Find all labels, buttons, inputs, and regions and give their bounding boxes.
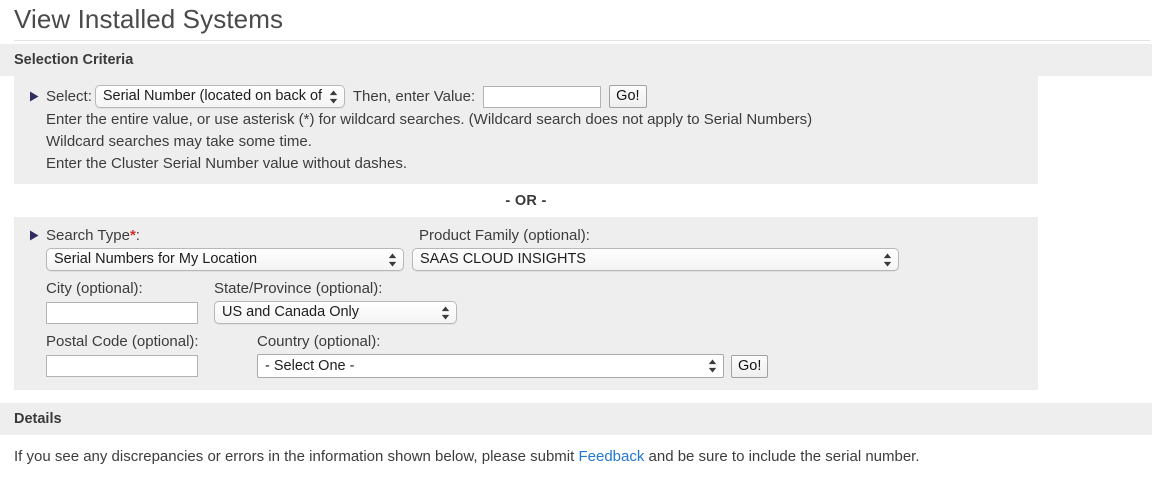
details-text-before-link: If you see any discrepancies or errors i…: [14, 448, 578, 465]
help-line-2-row: Wildcard searches may take some time.: [14, 131, 1038, 152]
product-family-select[interactable]: SAAS CLOUD INSIGHTS: [412, 248, 899, 271]
state-select[interactable]: US and Canada Only: [214, 301, 457, 324]
search-type-label: Search Type*:: [46, 225, 419, 246]
serial-value-input[interactable]: [483, 86, 601, 108]
help-line-1: Enter the entire value, or use asterisk …: [46, 109, 812, 130]
country-select[interactable]: - Select One -: [257, 354, 724, 378]
or-separator: - OR -: [14, 184, 1038, 217]
city-state-label-row: City (optional): State/Province (optiona…: [14, 278, 1038, 299]
search-type-label-row: Search Type*: Product Family (optional):: [14, 225, 1038, 246]
postal-code-input[interactable]: [46, 355, 198, 377]
feedback-link[interactable]: Feedback: [578, 448, 644, 465]
search-field-select-wrapper[interactable]: Serial Number (located on back of unit): [95, 85, 345, 108]
details-body: If you see any discrepancies or errors i…: [0, 435, 1152, 467]
section-header-selection-criteria: Selection Criteria: [0, 44, 1152, 76]
city-label: City (optional):: [46, 278, 214, 299]
postal-code-label: Postal Code (optional):: [46, 331, 257, 352]
serial-number-search-row: Select: Serial Number (located on back o…: [14, 85, 1038, 108]
triangle-right-icon: [30, 230, 39, 241]
help-line-1-row: Enter the entire value, or use asterisk …: [14, 109, 1038, 130]
then-enter-value-label: Then, enter Value:: [353, 86, 475, 107]
view-installed-systems-page: View Installed Systems Selection Criteri…: [0, 0, 1152, 502]
country-select-wrapper[interactable]: - Select One -: [257, 354, 724, 378]
search-type-label-colon: :: [136, 227, 140, 244]
country-label: Country (optional):: [257, 331, 380, 352]
page-title: View Installed Systems: [0, 0, 1152, 40]
title-divider: [14, 40, 1150, 41]
city-input[interactable]: [46, 302, 198, 324]
search-type-controls-row: Serial Numbers for My Location SAAS CLOU…: [14, 248, 1038, 271]
help-line-2: Wildcard searches may take some time.: [46, 131, 312, 152]
triangle-right-icon: [30, 91, 39, 102]
state-label: State/Province (optional):: [214, 278, 382, 299]
serial-go-button[interactable]: Go!: [609, 85, 646, 108]
postal-country-controls-row: - Select One - Go!: [14, 354, 1038, 378]
help-line-3: Enter the Cluster Serial Number value wi…: [46, 153, 407, 174]
city-state-controls-row: US and Canada Only: [14, 301, 1038, 324]
search-type-select[interactable]: Serial Numbers for My Location: [46, 248, 404, 271]
select-label: Select:: [46, 86, 92, 107]
product-family-label: Product Family (optional):: [419, 225, 590, 246]
location-go-button[interactable]: Go!: [731, 355, 768, 378]
search-type-label-text: Search Type: [46, 227, 130, 244]
section-header-details: Details: [0, 403, 1152, 435]
postal-country-label-row: Postal Code (optional): Country (optiona…: [14, 331, 1038, 352]
selection-criteria-panel: Select: Serial Number (located on back o…: [14, 76, 1038, 184]
details-text-after-link: and be sure to include the serial number…: [644, 448, 919, 465]
state-select-wrapper[interactable]: US and Canada Only: [214, 301, 457, 324]
help-line-3-row: Enter the Cluster Serial Number value wi…: [14, 153, 1038, 174]
search-field-select[interactable]: Serial Number (located on back of unit): [95, 85, 345, 108]
location-search-panel: Search Type*: Product Family (optional):…: [14, 217, 1038, 390]
search-type-select-wrapper[interactable]: Serial Numbers for My Location: [46, 248, 404, 271]
product-family-select-wrapper[interactable]: SAAS CLOUD INSIGHTS: [412, 248, 899, 271]
